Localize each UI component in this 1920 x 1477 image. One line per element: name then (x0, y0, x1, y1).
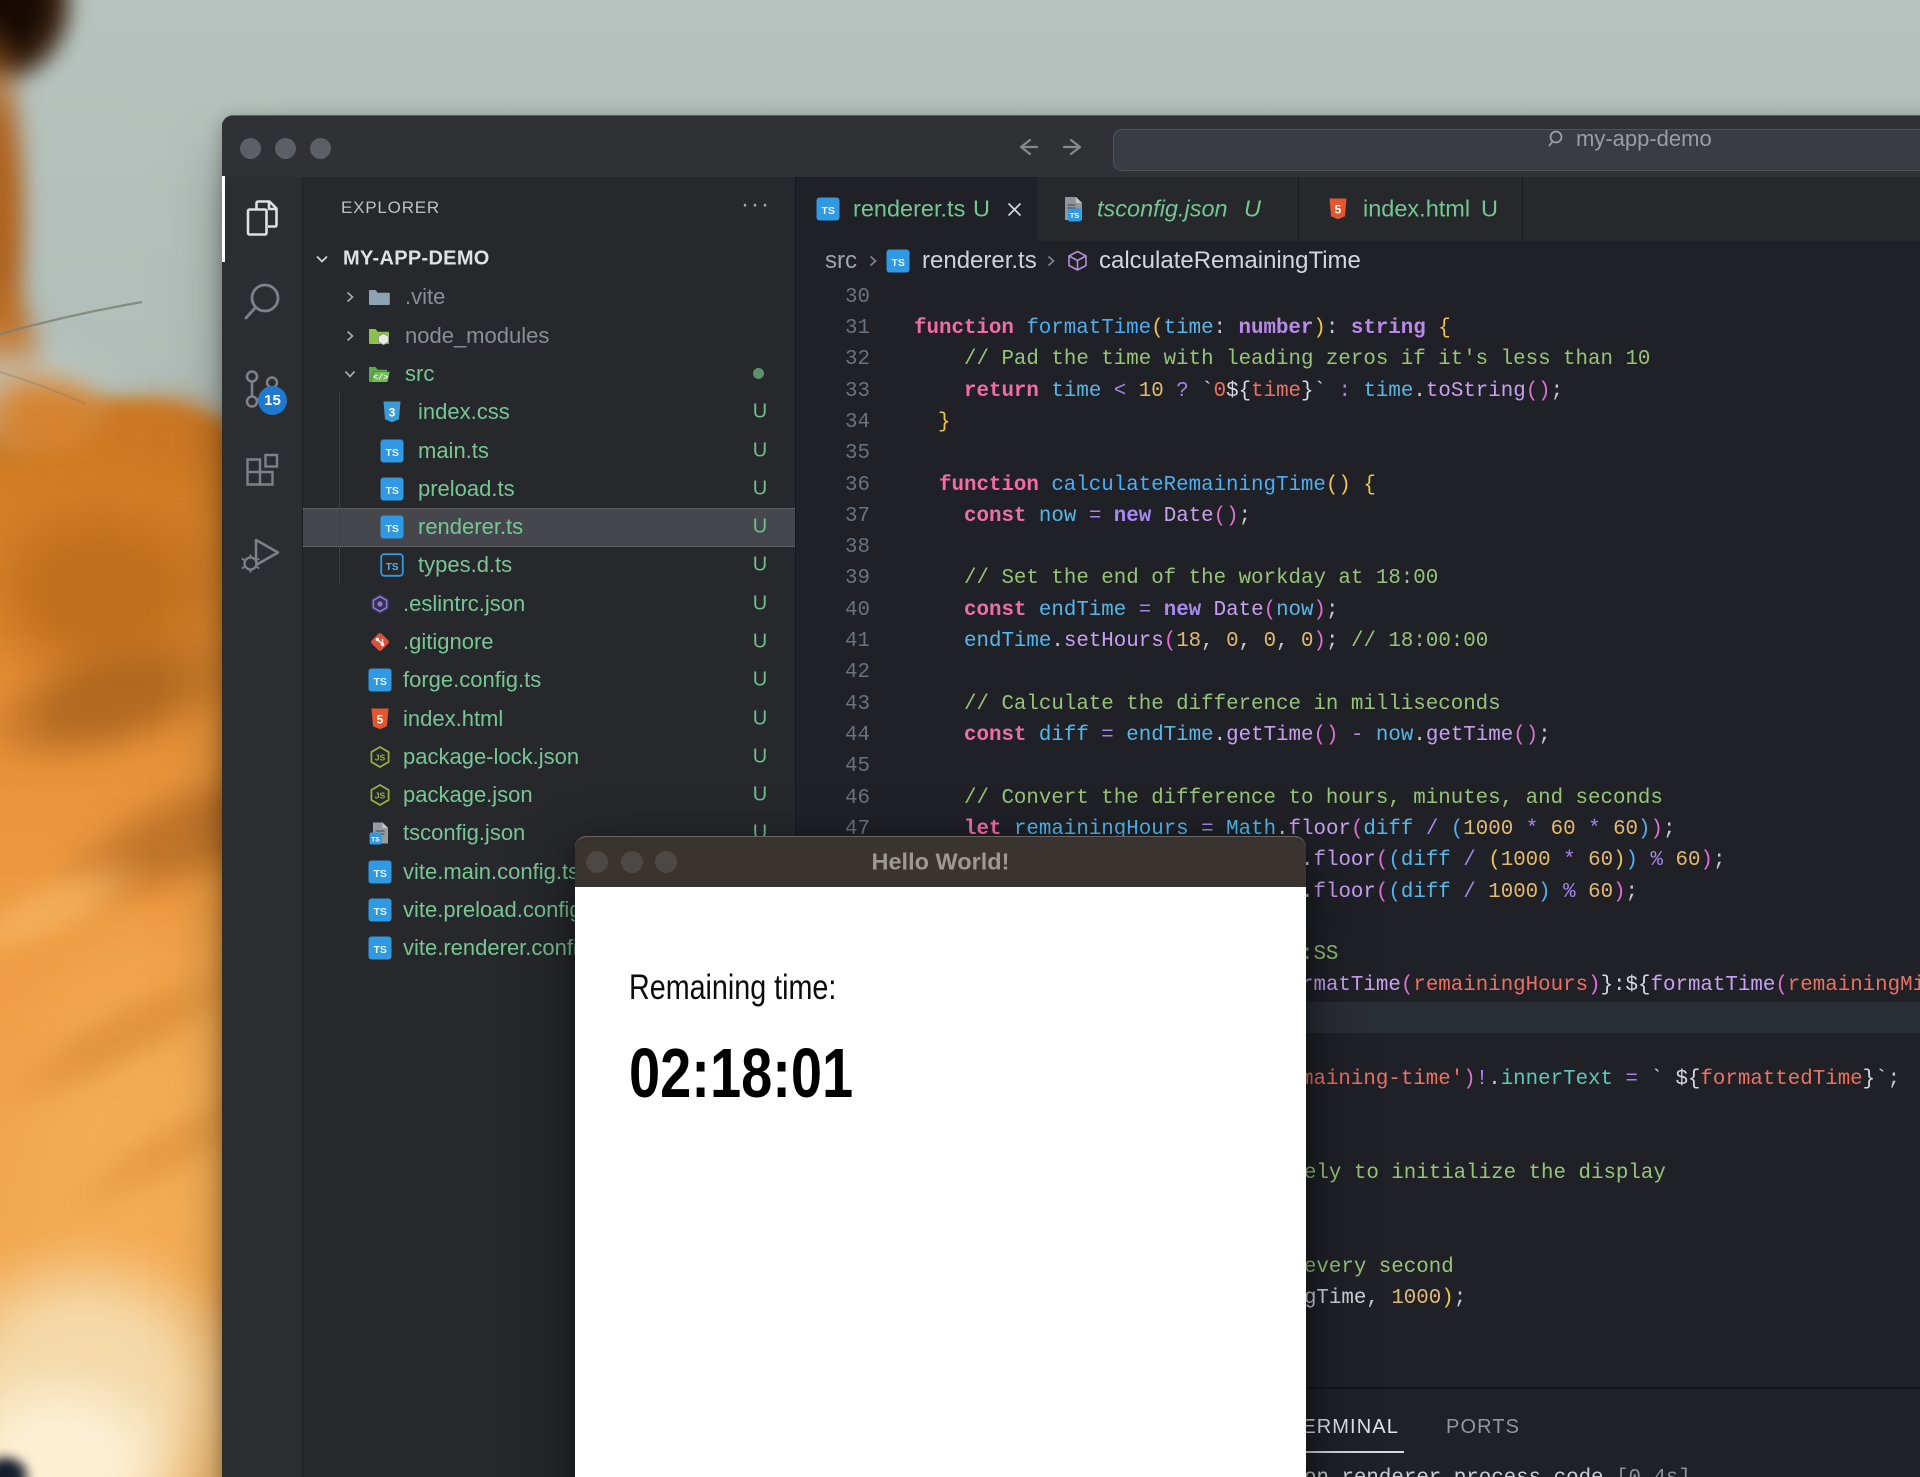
svg-text:3: 3 (389, 406, 396, 420)
svg-text:TS: TS (891, 257, 904, 269)
svg-text:5: 5 (377, 712, 384, 726)
svg-text:TS: TS (821, 205, 834, 217)
svg-text:TS: TS (373, 868, 386, 880)
svg-text:5: 5 (1335, 203, 1342, 217)
svg-text:TS: TS (371, 837, 380, 844)
svg-text:JS: JS (375, 752, 386, 762)
svg-text:TS: TS (373, 906, 386, 918)
svg-text:TS: TS (1070, 211, 1080, 220)
svg-text:TS: TS (385, 485, 398, 497)
svg-text:TS: TS (373, 676, 386, 688)
svg-text:TS: TS (373, 944, 386, 956)
svg-text:TS: TS (385, 523, 398, 535)
svg-text:</>: </> (373, 373, 388, 383)
svg-text:TS: TS (385, 447, 398, 459)
svg-text:JS: JS (375, 791, 386, 801)
svg-text:TS: TS (386, 562, 399, 573)
